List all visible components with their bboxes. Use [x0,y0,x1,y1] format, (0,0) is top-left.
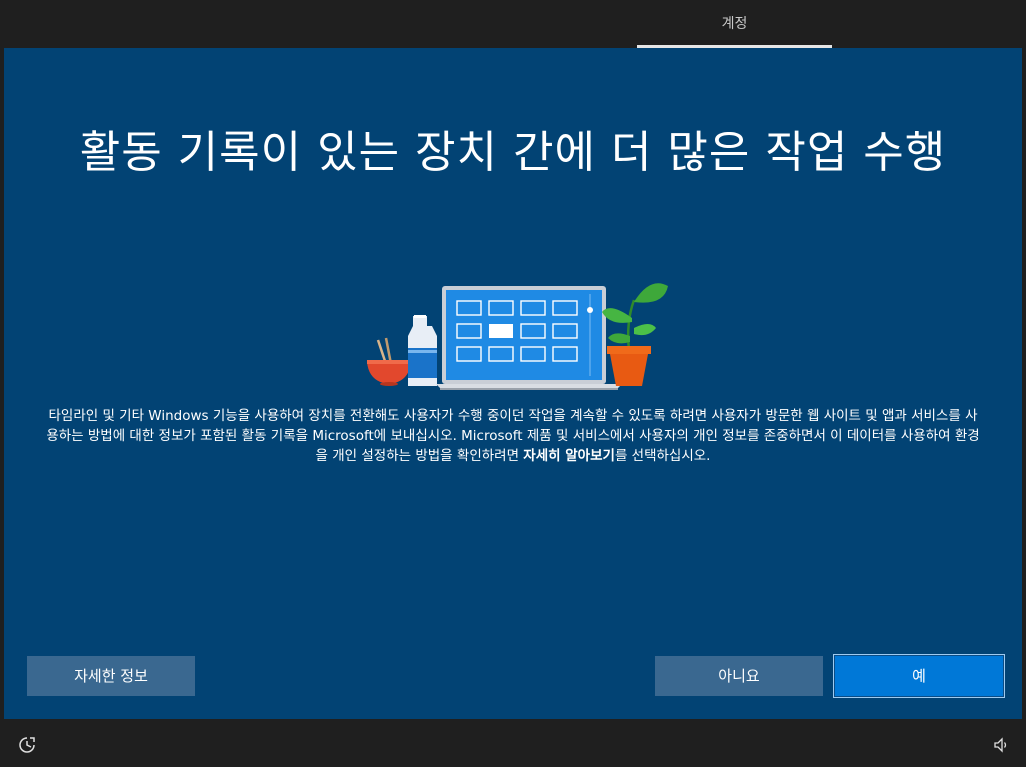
learn-more-button[interactable]: 자세한 정보 [27,656,195,696]
description-text: 타임라인 및 기타 Windows 기능을 사용하여 장치를 전환해도 사용자가… [44,406,982,466]
page-title: 활동 기록이 있는 장치 간에 더 많은 작업 수행 [79,127,947,178]
volume-icon[interactable] [992,736,1010,754]
description-end: 를 선택하십시오. [614,448,711,464]
no-button[interactable]: 아니요 [655,656,823,696]
description-main: 타임라인 및 기타 Windows 기능을 사용하여 장치를 전환해도 사용자가… [46,408,980,464]
top-bar [0,0,1026,46]
yes-button[interactable]: 예 [835,656,1003,696]
bottom-bar [0,719,1026,767]
tab-account: 계정 [721,16,748,32]
ease-of-access-icon[interactable] [17,735,37,755]
learn-more-link[interactable]: 자세히 알아보기 [523,448,615,464]
main-panel: 활동 기록이 있는 장치 간에 더 많은 작업 수행 타임라인 및 기타 Win… [4,48,1022,719]
